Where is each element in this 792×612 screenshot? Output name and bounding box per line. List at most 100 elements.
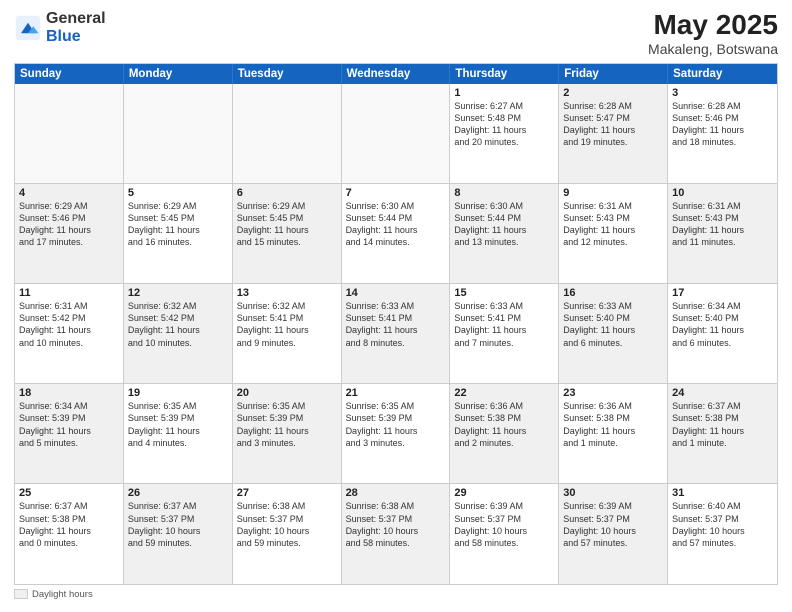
- footer: Daylight hours: [14, 589, 778, 603]
- cell-info: Sunrise: 6:38 AM Sunset: 5:37 PM Dayligh…: [346, 500, 446, 549]
- day-number: 19: [128, 387, 228, 399]
- cell-info: Sunrise: 6:30 AM Sunset: 5:44 PM Dayligh…: [346, 200, 446, 249]
- cal-cell: 17Sunrise: 6:34 AM Sunset: 5:40 PM Dayli…: [668, 284, 777, 383]
- cell-info: Sunrise: 6:35 AM Sunset: 5:39 PM Dayligh…: [128, 400, 228, 449]
- location: Makaleng, Botswana: [648, 41, 778, 57]
- cal-cell: 31Sunrise: 6:40 AM Sunset: 5:37 PM Dayli…: [668, 484, 777, 583]
- cell-info: Sunrise: 6:31 AM Sunset: 5:43 PM Dayligh…: [563, 200, 663, 249]
- day-number: 6: [237, 187, 337, 199]
- cal-header-saturday: Saturday: [668, 64, 777, 84]
- cal-cell: [15, 84, 124, 183]
- day-number: 24: [672, 387, 773, 399]
- cal-cell: 19Sunrise: 6:35 AM Sunset: 5:39 PM Dayli…: [124, 384, 233, 483]
- day-number: 21: [346, 387, 446, 399]
- cal-cell: 5Sunrise: 6:29 AM Sunset: 5:45 PM Daylig…: [124, 184, 233, 283]
- cell-info: Sunrise: 6:36 AM Sunset: 5:38 PM Dayligh…: [454, 400, 554, 449]
- cell-info: Sunrise: 6:33 AM Sunset: 5:40 PM Dayligh…: [563, 300, 663, 349]
- day-number: 25: [19, 487, 119, 499]
- day-number: 28: [346, 487, 446, 499]
- cal-week-1: 1Sunrise: 6:27 AM Sunset: 5:48 PM Daylig…: [15, 84, 777, 183]
- cell-info: Sunrise: 6:37 AM Sunset: 5:38 PM Dayligh…: [672, 400, 773, 449]
- footer-text: Daylight hours: [32, 589, 93, 600]
- cal-cell: 11Sunrise: 6:31 AM Sunset: 5:42 PM Dayli…: [15, 284, 124, 383]
- day-number: 27: [237, 487, 337, 499]
- cell-info: Sunrise: 6:28 AM Sunset: 5:47 PM Dayligh…: [563, 100, 663, 149]
- cell-info: Sunrise: 6:39 AM Sunset: 5:37 PM Dayligh…: [454, 500, 554, 549]
- cal-cell: 27Sunrise: 6:38 AM Sunset: 5:37 PM Dayli…: [233, 484, 342, 583]
- cal-header-monday: Monday: [124, 64, 233, 84]
- day-number: 2: [563, 87, 663, 99]
- cal-cell: 12Sunrise: 6:32 AM Sunset: 5:42 PM Dayli…: [124, 284, 233, 383]
- month-year: May 2025: [648, 10, 778, 41]
- cal-cell: [342, 84, 451, 183]
- cal-week-3: 11Sunrise: 6:31 AM Sunset: 5:42 PM Dayli…: [15, 283, 777, 383]
- cell-info: Sunrise: 6:30 AM Sunset: 5:44 PM Dayligh…: [454, 200, 554, 249]
- day-number: 16: [563, 287, 663, 299]
- day-number: 18: [19, 387, 119, 399]
- day-number: 9: [563, 187, 663, 199]
- cell-info: Sunrise: 6:33 AM Sunset: 5:41 PM Dayligh…: [454, 300, 554, 349]
- cell-info: Sunrise: 6:37 AM Sunset: 5:37 PM Dayligh…: [128, 500, 228, 549]
- cell-info: Sunrise: 6:33 AM Sunset: 5:41 PM Dayligh…: [346, 300, 446, 349]
- day-number: 20: [237, 387, 337, 399]
- cal-week-2: 4Sunrise: 6:29 AM Sunset: 5:46 PM Daylig…: [15, 183, 777, 283]
- cal-header-sunday: Sunday: [15, 64, 124, 84]
- cal-cell: 18Sunrise: 6:34 AM Sunset: 5:39 PM Dayli…: [15, 384, 124, 483]
- day-number: 13: [237, 287, 337, 299]
- cell-info: Sunrise: 6:27 AM Sunset: 5:48 PM Dayligh…: [454, 100, 554, 149]
- calendar: SundayMondayTuesdayWednesdayThursdayFrid…: [14, 63, 778, 585]
- cell-info: Sunrise: 6:34 AM Sunset: 5:40 PM Dayligh…: [672, 300, 773, 349]
- cal-cell: 10Sunrise: 6:31 AM Sunset: 5:43 PM Dayli…: [668, 184, 777, 283]
- day-number: 5: [128, 187, 228, 199]
- day-number: 7: [346, 187, 446, 199]
- cal-cell: 20Sunrise: 6:35 AM Sunset: 5:39 PM Dayli…: [233, 384, 342, 483]
- cal-cell: 1Sunrise: 6:27 AM Sunset: 5:48 PM Daylig…: [450, 84, 559, 183]
- cal-week-4: 18Sunrise: 6:34 AM Sunset: 5:39 PM Dayli…: [15, 383, 777, 483]
- cal-cell: 26Sunrise: 6:37 AM Sunset: 5:37 PM Dayli…: [124, 484, 233, 583]
- cell-info: Sunrise: 6:28 AM Sunset: 5:46 PM Dayligh…: [672, 100, 773, 149]
- cal-cell: 3Sunrise: 6:28 AM Sunset: 5:46 PM Daylig…: [668, 84, 777, 183]
- cal-cell: [124, 84, 233, 183]
- day-number: 12: [128, 287, 228, 299]
- cal-cell: 29Sunrise: 6:39 AM Sunset: 5:37 PM Dayli…: [450, 484, 559, 583]
- day-number: 22: [454, 387, 554, 399]
- cal-header-thursday: Thursday: [450, 64, 559, 84]
- cal-week-5: 25Sunrise: 6:37 AM Sunset: 5:38 PM Dayli…: [15, 483, 777, 583]
- cell-info: Sunrise: 6:29 AM Sunset: 5:45 PM Dayligh…: [237, 200, 337, 249]
- cell-info: Sunrise: 6:29 AM Sunset: 5:46 PM Dayligh…: [19, 200, 119, 249]
- calendar-header-row: SundayMondayTuesdayWednesdayThursdayFrid…: [15, 64, 777, 84]
- cell-info: Sunrise: 6:36 AM Sunset: 5:38 PM Dayligh…: [563, 400, 663, 449]
- cal-cell: 13Sunrise: 6:32 AM Sunset: 5:41 PM Dayli…: [233, 284, 342, 383]
- cell-info: Sunrise: 6:40 AM Sunset: 5:37 PM Dayligh…: [672, 500, 773, 549]
- cal-cell: [233, 84, 342, 183]
- day-number: 14: [346, 287, 446, 299]
- cell-info: Sunrise: 6:39 AM Sunset: 5:37 PM Dayligh…: [563, 500, 663, 549]
- cal-cell: 28Sunrise: 6:38 AM Sunset: 5:37 PM Dayli…: [342, 484, 451, 583]
- cal-header-tuesday: Tuesday: [233, 64, 342, 84]
- cal-cell: 6Sunrise: 6:29 AM Sunset: 5:45 PM Daylig…: [233, 184, 342, 283]
- cal-cell: 23Sunrise: 6:36 AM Sunset: 5:38 PM Dayli…: [559, 384, 668, 483]
- cal-cell: 25Sunrise: 6:37 AM Sunset: 5:38 PM Dayli…: [15, 484, 124, 583]
- cal-header-friday: Friday: [559, 64, 668, 84]
- cal-cell: 15Sunrise: 6:33 AM Sunset: 5:41 PM Dayli…: [450, 284, 559, 383]
- day-number: 23: [563, 387, 663, 399]
- cal-cell: 24Sunrise: 6:37 AM Sunset: 5:38 PM Dayli…: [668, 384, 777, 483]
- day-number: 10: [672, 187, 773, 199]
- cal-cell: 4Sunrise: 6:29 AM Sunset: 5:46 PM Daylig…: [15, 184, 124, 283]
- header: General Blue May 2025 Makaleng, Botswana: [14, 10, 778, 57]
- logo-text: General Blue: [46, 10, 106, 45]
- cal-cell: 9Sunrise: 6:31 AM Sunset: 5:43 PM Daylig…: [559, 184, 668, 283]
- cell-info: Sunrise: 6:29 AM Sunset: 5:45 PM Dayligh…: [128, 200, 228, 249]
- day-number: 30: [563, 487, 663, 499]
- title-block: May 2025 Makaleng, Botswana: [648, 10, 778, 57]
- cell-info: Sunrise: 6:34 AM Sunset: 5:39 PM Dayligh…: [19, 400, 119, 449]
- day-number: 4: [19, 187, 119, 199]
- cell-info: Sunrise: 6:32 AM Sunset: 5:41 PM Dayligh…: [237, 300, 337, 349]
- day-number: 11: [19, 287, 119, 299]
- day-number: 1: [454, 87, 554, 99]
- day-number: 31: [672, 487, 773, 499]
- footer-label: Daylight hours: [14, 589, 93, 600]
- cell-info: Sunrise: 6:31 AM Sunset: 5:42 PM Dayligh…: [19, 300, 119, 349]
- day-number: 17: [672, 287, 773, 299]
- cal-cell: 7Sunrise: 6:30 AM Sunset: 5:44 PM Daylig…: [342, 184, 451, 283]
